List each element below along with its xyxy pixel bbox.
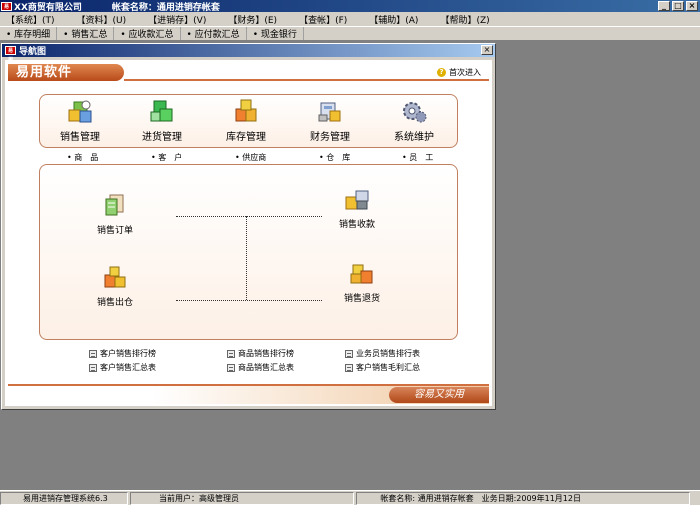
module-panel: 销售管理 进货管理 库存管理 财务管理 系统维护 (39, 94, 458, 148)
report-product-ranking[interactable]: 商品销售排行榜 (227, 348, 294, 359)
flow-sales-return[interactable]: 销售退货 (327, 261, 397, 304)
window-controls: _ □ × (658, 1, 698, 11)
report-label: 客户销售排行榜 (100, 349, 156, 358)
quick-inventory-detail[interactable]: • 库存明细 (0, 27, 58, 40)
module-label: 系统维护 (394, 132, 434, 143)
nav-body: 易用软件 ? 首次进入 销售管理 进货管理 库存管理 财务管理 系统维护 • 商… (5, 60, 492, 406)
close-button[interactable]: × (686, 1, 698, 11)
quick-cash-bank[interactable]: • 现金银行 (247, 27, 304, 40)
inventory-icon (232, 99, 260, 125)
menu-tools[interactable]: 【辅助】(A) (363, 13, 424, 26)
module-label: 进货管理 (142, 132, 182, 143)
company-name: XX商贸有限公司 (14, 2, 82, 13)
flow-sales-out[interactable]: 销售出仓 (80, 265, 150, 308)
flow-label: 销售退货 (343, 294, 380, 304)
status-bar: 易用进销存管理系统6.3 当前用户：高级管理员 帐套名称: 通用进销存帐套 业务… (0, 490, 700, 505)
sales-flow-panel: 销售订单 销售收款 销售出仓 销售退货 (39, 164, 458, 340)
sales-icon (66, 99, 94, 125)
flow-connector-vertical (246, 216, 247, 300)
purchase-icon (148, 99, 176, 125)
flow-label: 销售订单 (96, 226, 133, 236)
flow-connector-top (176, 216, 322, 217)
nav-window-titlebar[interactable]: 易用 导航图 (2, 44, 495, 63)
report-customer-summary[interactable]: 客户销售汇总表 (89, 362, 156, 373)
app-logo-icon: 易用 (1, 1, 12, 19)
report-customer-ranking[interactable]: 客户销售排行榜 (89, 348, 156, 359)
sub-item-customers[interactable]: • 客 户 (151, 152, 182, 163)
menu-help[interactable]: 【帮助】(Z) (434, 13, 495, 26)
report-product-summary[interactable]: 商品销售汇总表 (227, 362, 294, 373)
module-inventory[interactable]: 库存管理 (206, 99, 286, 143)
quick-bar: • 库存明细 • 销售汇总 • 应收款汇总 • 应付款汇总 • 现金银行 (0, 26, 700, 41)
sales-out-icon (101, 265, 129, 291)
report-salesman-ranking[interactable]: 业务员销售排行表 (345, 348, 420, 359)
account-set-title: 帐套名称：通用进销存帐套 (111, 2, 220, 13)
banner: 易用软件 ? 首次进入 (8, 62, 489, 84)
nav-close-button[interactable]: × (481, 45, 493, 55)
first-login-label: 首次进入 (449, 68, 481, 77)
finance-icon (316, 99, 344, 125)
flow-connector-bottom (176, 300, 322, 301)
report-doc-icon (345, 363, 353, 372)
help-icon: ? (437, 68, 446, 77)
status-account-set: 帐套名称: 通用进销存帐套 业务日期:2009年11月12日 (356, 491, 690, 505)
menu-system[interactable]: 【系统】(T) (0, 13, 61, 26)
sales-receipt-icon (343, 187, 371, 213)
module-label: 财务管理 (310, 132, 350, 143)
system-icon (400, 99, 428, 125)
menu-jxc[interactable]: 【进销存】(V) (142, 13, 212, 26)
report-doc-icon (89, 363, 97, 372)
sales-return-icon (348, 261, 376, 287)
report-label: 商品销售排行榜 (238, 349, 294, 358)
menu-bar: 【系统】(T) 【资料】(U) 【进销存】(V) 【财务】(E) 【查帐】(F)… (0, 12, 700, 26)
restore-button[interactable]: □ (672, 1, 684, 11)
module-sales[interactable]: 销售管理 (40, 99, 120, 143)
quick-receivable-summary[interactable]: • 应收款汇总 (114, 27, 181, 40)
report-label: 商品销售汇总表 (238, 363, 294, 372)
minimize-button[interactable]: _ (658, 1, 670, 11)
report-label: 客户销售汇总表 (100, 363, 156, 372)
report-label: 业务员销售排行表 (356, 349, 420, 358)
report-doc-icon (345, 349, 353, 358)
report-doc-icon (89, 349, 97, 358)
sub-item-products[interactable]: • 商 品 (67, 152, 98, 163)
report-customer-gross-profit[interactable]: 客户销售毛利汇总 (345, 362, 420, 373)
banner-brand: 易用软件 (8, 64, 124, 81)
module-label: 库存管理 (226, 132, 266, 143)
module-label: 销售管理 (60, 132, 100, 143)
flow-sales-receipt[interactable]: 销售收款 (322, 187, 392, 230)
report-doc-icon (227, 363, 235, 372)
first-login-link[interactable]: ? 首次进入 (437, 67, 481, 78)
banner-divider (124, 79, 489, 81)
flow-label: 销售收款 (338, 220, 375, 230)
nav-window-title: 导航图 (19, 47, 47, 57)
status-account-label: 帐套名称: 通用进销存帐套 (380, 493, 474, 503)
flow-label: 销售出仓 (96, 298, 133, 308)
slogan: 容易又实用 (389, 387, 489, 403)
report-label: 客户销售毛利汇总 (356, 363, 420, 372)
sub-item-employees[interactable]: • 员 工 (402, 152, 433, 163)
menu-data[interactable]: 【资料】(U) (71, 13, 133, 26)
menu-finance[interactable]: 【财务】(E) (222, 13, 283, 26)
module-system[interactable]: 系统维护 (374, 99, 454, 143)
quick-payable-summary[interactable]: • 应付款汇总 (181, 27, 247, 40)
flow-sales-order[interactable]: 销售订单 (80, 193, 150, 236)
quick-sales-summary[interactable]: • 销售汇总 (57, 27, 115, 40)
title-bar: 易用 XX商贸有限公司 帐套名称：通用进销存帐套 _ □ × (0, 0, 700, 19)
sub-item-warehouses[interactable]: • 仓 库 (319, 152, 350, 163)
menu-audit[interactable]: 【查帐】(F) (293, 13, 353, 26)
sub-item-suppliers[interactable]: • 供应商 (235, 152, 266, 163)
report-doc-icon (227, 349, 235, 358)
sales-order-icon (101, 193, 129, 219)
nav-footer: 容易又实用 (8, 384, 489, 404)
module-purchase[interactable]: 进货管理 (122, 99, 202, 143)
module-finance[interactable]: 财务管理 (290, 99, 370, 143)
navigation-window: 易用 导航图 × 易用软件 ? 首次进入 销售管理 进货 (1, 43, 496, 410)
nav-logo-icon: 易用 (5, 46, 16, 63)
status-business-date: 业务日期:2009年11月12日 (481, 493, 581, 503)
status-user: 当前用户：高级管理员 (130, 491, 354, 505)
status-system: 易用进销存管理系统6.3 (0, 491, 128, 505)
